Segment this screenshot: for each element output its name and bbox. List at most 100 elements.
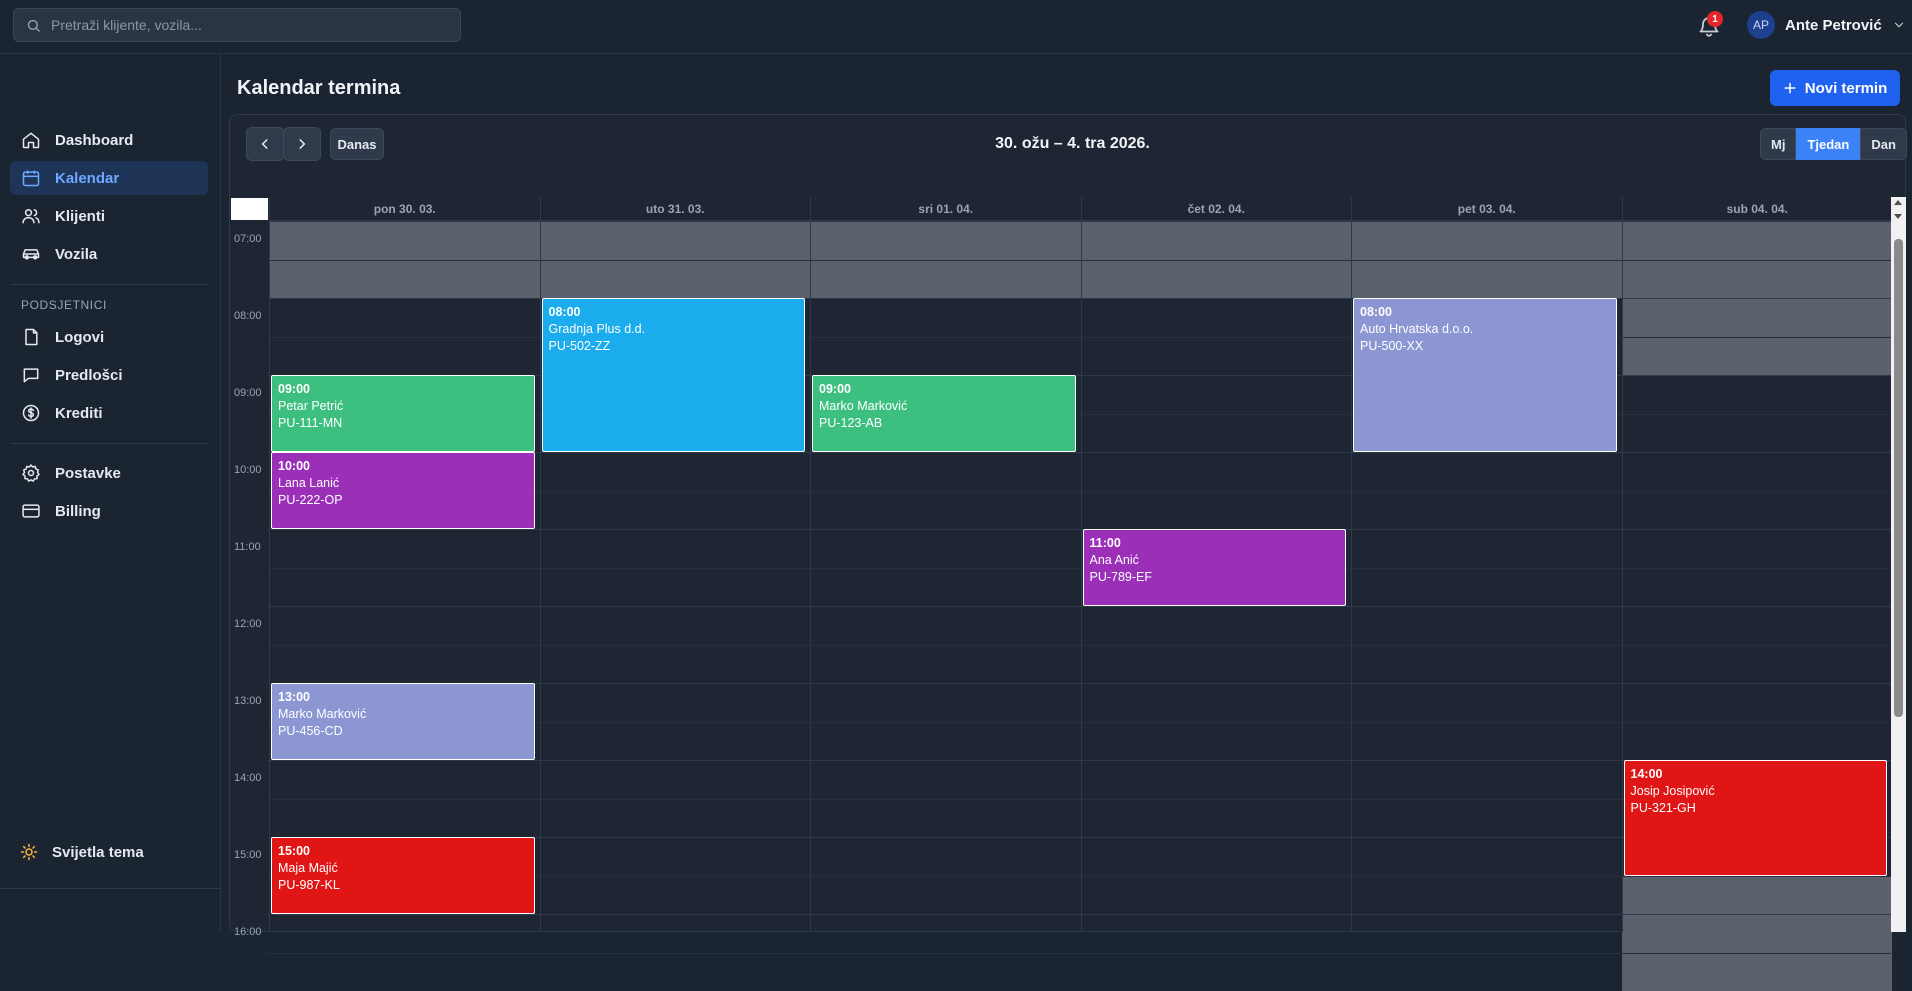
view-day-button[interactable]: Dan: [1860, 128, 1907, 160]
event-plate: PU-789-EF: [1090, 569, 1340, 586]
event-time: 09:00: [278, 381, 528, 398]
today-button[interactable]: Danas: [330, 128, 384, 160]
day-header[interactable]: pet 03. 04.: [1351, 197, 1622, 221]
sidebar-item-vozila[interactable]: Vozila: [10, 237, 208, 271]
sidebar-item-klijenti[interactable]: Klijenti: [10, 199, 208, 233]
theme-toggle[interactable]: Svijetla tema: [20, 843, 144, 861]
day-header[interactable]: pon 30. 03.: [269, 197, 540, 221]
event-plate: PU-500-XX: [1360, 338, 1610, 355]
view-month-button[interactable]: Mj: [1760, 128, 1796, 160]
users-icon: [21, 206, 41, 226]
appointment-event[interactable]: 13:00Marko MarkovićPU-456-CD: [271, 683, 535, 760]
sidebar-divider: [10, 443, 208, 444]
day-header[interactable]: sub 04. 04.: [1622, 197, 1893, 221]
search-box[interactable]: [13, 8, 461, 42]
event-client: Josip Josipović: [1631, 783, 1881, 800]
sidebar-item-logovi[interactable]: Logovi: [10, 320, 208, 354]
week-grid: 07:0008:0009:0010:0011:0012:0013:0014:00…: [230, 197, 1891, 932]
notification-badge: 1: [1707, 11, 1723, 27]
sidebar-item-predlosci[interactable]: Predlošci: [10, 358, 208, 392]
message-icon: [21, 365, 41, 385]
new-appointment-button[interactable]: Novi termin: [1770, 70, 1900, 106]
day-header[interactable]: sri 01. 04.: [810, 197, 1081, 221]
event-client: Lana Lanić: [278, 475, 528, 492]
grid-corner: [231, 198, 268, 220]
event-client: Marko Marković: [278, 706, 528, 723]
sun-icon: [20, 843, 38, 861]
sidebar-divider: [10, 284, 208, 285]
calendar-icon: [21, 168, 41, 188]
sidebar-item-label: Postavke: [55, 465, 121, 482]
sidebar-item-label: Krediti: [55, 405, 103, 422]
appointment-event[interactable]: 14:00Josip JosipovićPU-321-GH: [1624, 760, 1888, 876]
scroll-down-arrow[interactable]: [1894, 214, 1902, 219]
chevron-down-icon: [1892, 18, 1906, 32]
event-time: 08:00: [549, 304, 799, 321]
time-label: 14:00: [234, 772, 262, 784]
credit-card-icon: [21, 501, 41, 521]
appointment-event[interactable]: 08:00Auto Hrvatska d.o.o.PU-500-XX: [1353, 298, 1617, 452]
dollar-icon: [21, 403, 41, 423]
appointment-event[interactable]: 11:00Ana AnićPU-789-EF: [1083, 529, 1347, 606]
sidebar-item-kalendar[interactable]: Kalendar: [10, 161, 208, 195]
sidebar-item-dashboard[interactable]: Dashboard: [10, 123, 208, 157]
top-bar: 1 AP Ante Petrović: [0, 0, 1912, 54]
scroll-thumb[interactable]: [1894, 239, 1903, 717]
half-hour-gridline: [268, 568, 1891, 569]
event-plate: PU-987-KL: [278, 877, 528, 894]
event-time: 09:00: [819, 381, 1069, 398]
plus-icon: [1783, 81, 1797, 95]
event-plate: PU-123-AB: [819, 415, 1069, 432]
appointment-event[interactable]: 09:00Petar PetrićPU-111-MN: [271, 375, 535, 452]
day-column-divider: [1081, 197, 1082, 932]
scrollbar[interactable]: [1891, 197, 1906, 932]
event-time: 10:00: [278, 458, 528, 475]
hour-gridline: [268, 298, 1891, 299]
day-column-divider: [1622, 197, 1623, 932]
appointment-event[interactable]: 10:00Lana LanićPU-222-OP: [271, 452, 535, 529]
sidebar-divider: [0, 888, 221, 889]
search-input[interactable]: [51, 17, 431, 33]
avatar: AP: [1747, 11, 1775, 39]
sidebar-item-postavke[interactable]: Postavke: [10, 456, 208, 490]
time-label: 15:00: [234, 849, 262, 861]
search-icon: [26, 18, 41, 33]
day-column-divider: [810, 197, 811, 932]
appointment-event[interactable]: 08:00Gradnja Plus d.d.PU-502-ZZ: [542, 298, 806, 452]
half-hour-gridline: [268, 260, 1891, 261]
event-client: Gradnja Plus d.d.: [549, 321, 799, 338]
half-hour-gridline: [268, 337, 1891, 338]
time-label: 13:00: [234, 695, 262, 707]
home-icon: [21, 130, 41, 150]
next-week-button[interactable]: [283, 127, 321, 161]
event-plate: PU-456-CD: [278, 723, 528, 740]
sidebar-item-billing[interactable]: Billing: [10, 494, 208, 528]
sidebar-item-label: Klijenti: [55, 208, 105, 225]
user-menu[interactable]: AP Ante Petrović: [1747, 11, 1906, 39]
new-appointment-label: Novi termin: [1805, 80, 1888, 97]
date-range-title: 30. ožu – 4. tra 2026.: [900, 135, 1245, 153]
hour-gridline: [268, 221, 1891, 222]
sidebar-item-krediti[interactable]: Krediti: [10, 396, 208, 430]
half-hour-gridline: [268, 953, 1891, 954]
appointment-event[interactable]: 15:00Maja MajićPU-987-KL: [271, 837, 535, 914]
time-label: 16:00: [234, 926, 262, 938]
document-icon: [21, 327, 41, 347]
gear-icon: [21, 463, 41, 483]
car-icon: [21, 244, 41, 264]
prev-week-button[interactable]: [246, 127, 284, 161]
theme-toggle-label: Svijetla tema: [52, 844, 144, 861]
sidebar-item-label: Vozila: [55, 246, 97, 263]
day-header[interactable]: čet 02. 04.: [1081, 197, 1352, 221]
day-header[interactable]: uto 31. 03.: [540, 197, 811, 221]
hour-gridline: [268, 529, 1891, 530]
user-name: Ante Petrović: [1785, 17, 1882, 34]
appointment-event[interactable]: 09:00Marko MarkovićPU-123-AB: [812, 375, 1076, 452]
event-plate: PU-222-OP: [278, 492, 528, 509]
view-week-button[interactable]: Tjedan: [1796, 128, 1860, 160]
scroll-up-arrow[interactable]: [1894, 200, 1902, 205]
chevron-right-icon: [295, 137, 309, 151]
sidebar-item-label: Predlošci: [55, 367, 123, 384]
event-time: 14:00: [1631, 766, 1881, 783]
day-column-divider: [540, 197, 541, 932]
